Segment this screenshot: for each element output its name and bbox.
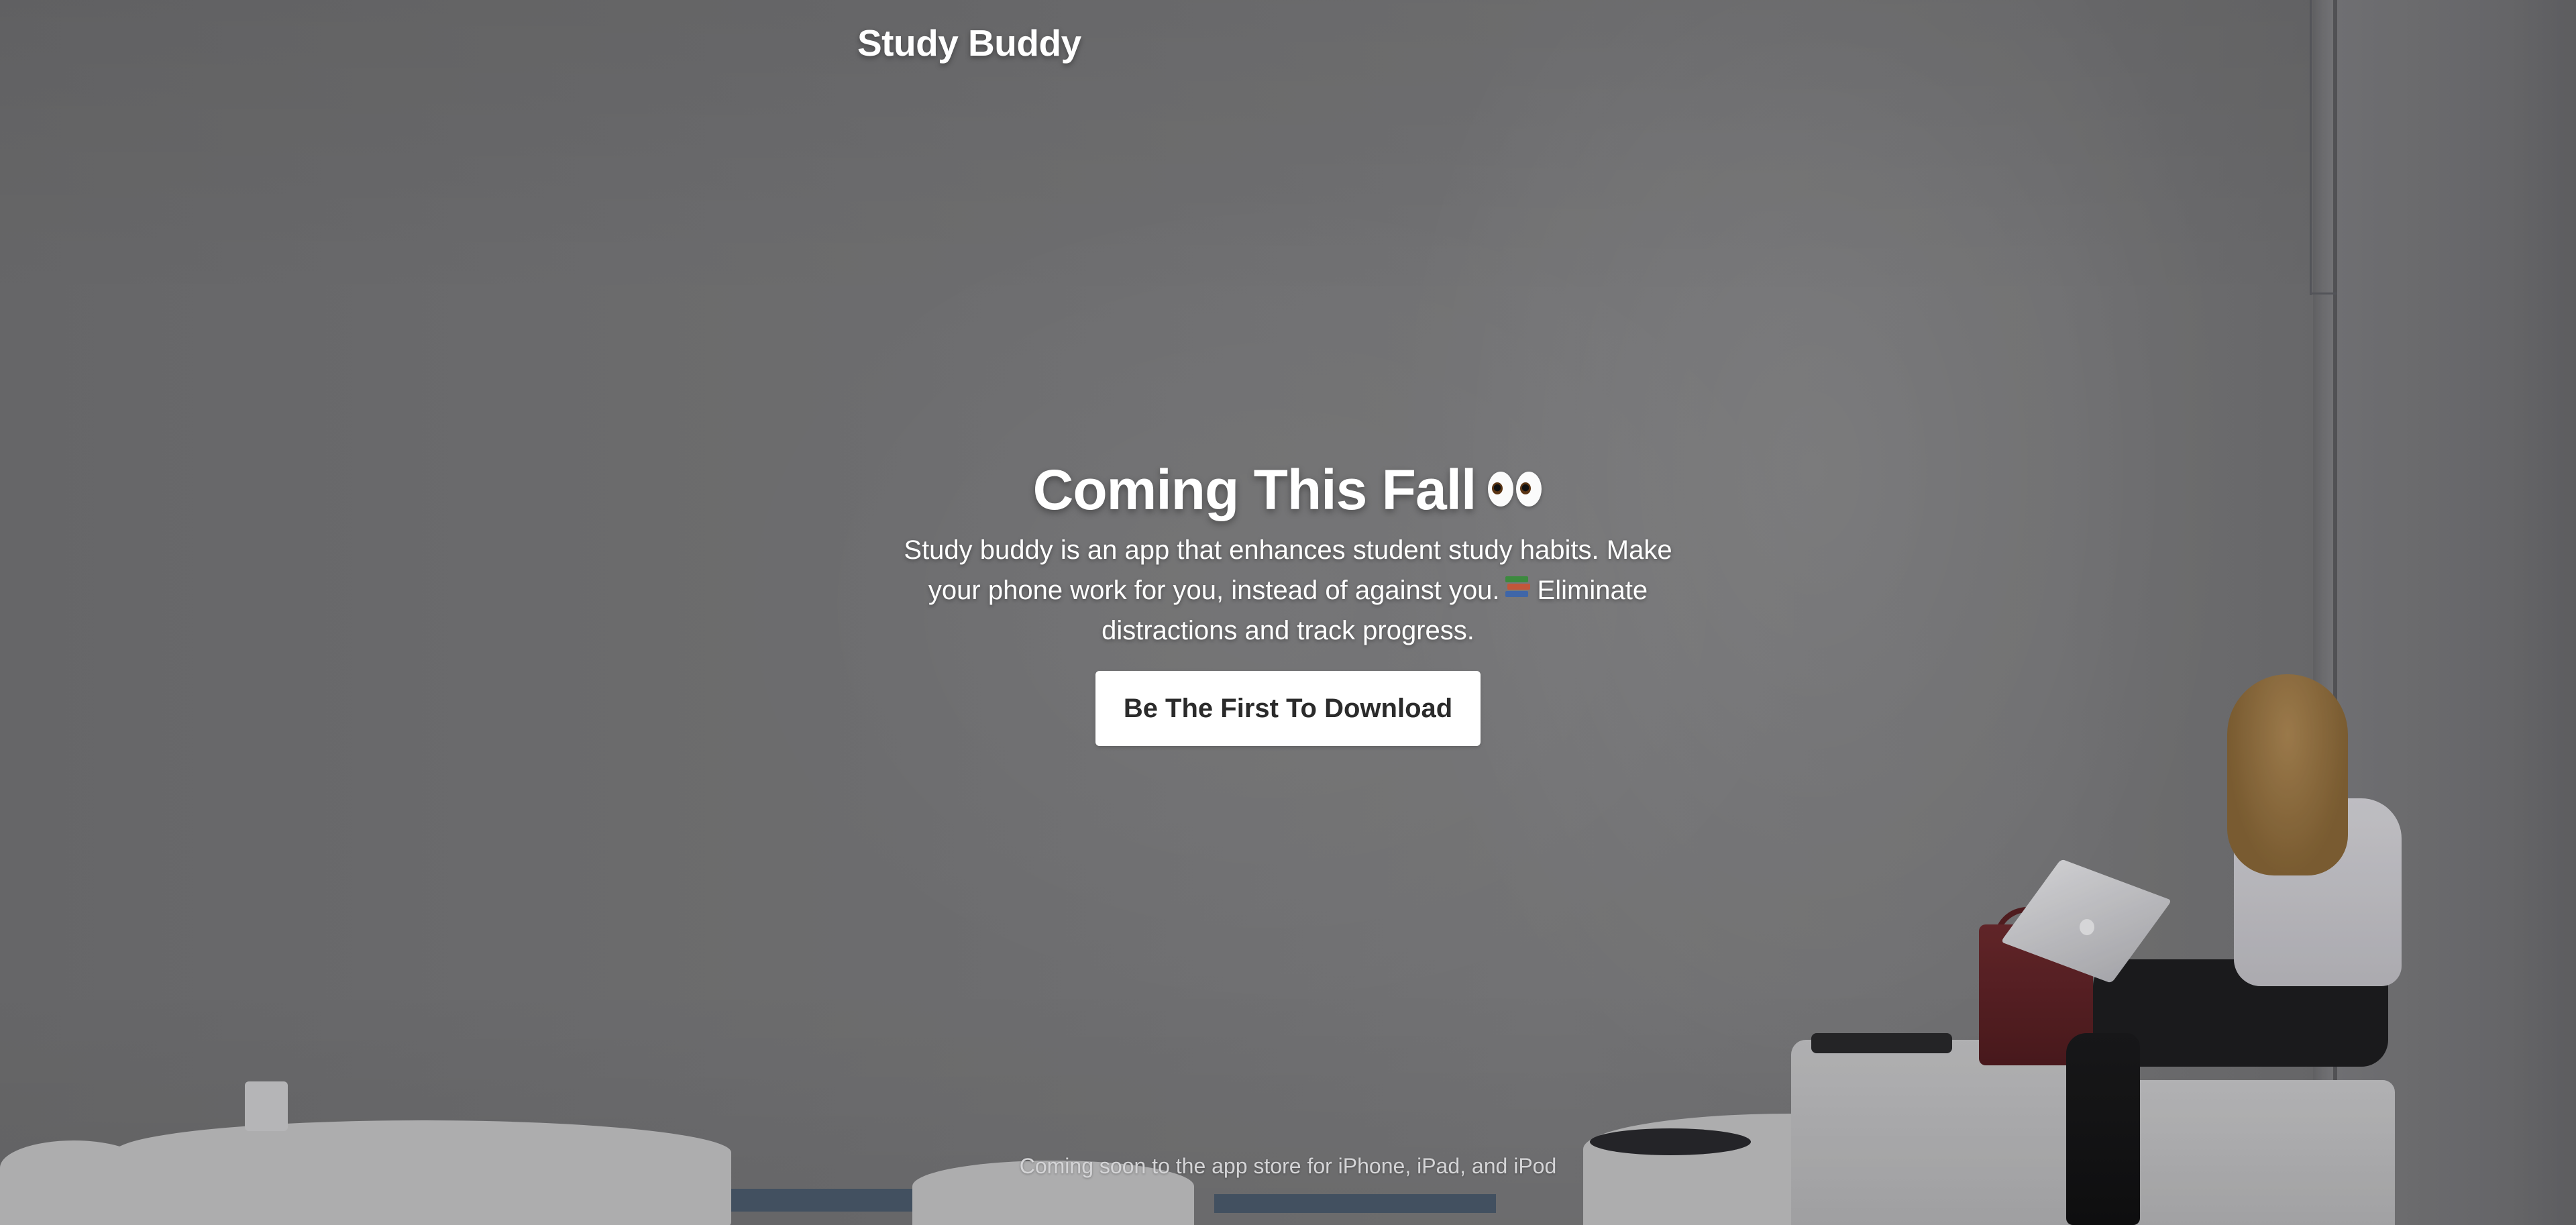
books-icon — [1505, 576, 1530, 598]
download-button[interactable]: Be The First To Download — [1095, 671, 1481, 746]
footer-note: Coming soon to the app store for iPhone,… — [1019, 1154, 1557, 1178]
hero-title-text: Coming This Fall — [1032, 458, 1477, 521]
brand-logo[interactable]: Study Buddy — [857, 21, 1081, 64]
eye-right — [1516, 472, 1542, 507]
hero-section: Coming This Fall Study buddy is an app t… — [845, 454, 1731, 746]
landing-page: Study Buddy Coming This Fall Study buddy… — [0, 0, 2576, 1225]
eyes-icon — [1487, 454, 1543, 521]
hero-title: Coming This Fall — [845, 454, 1731, 523]
eye-left — [1488, 472, 1514, 507]
hero-description: Study buddy is an app that enhances stud… — [879, 530, 1697, 651]
